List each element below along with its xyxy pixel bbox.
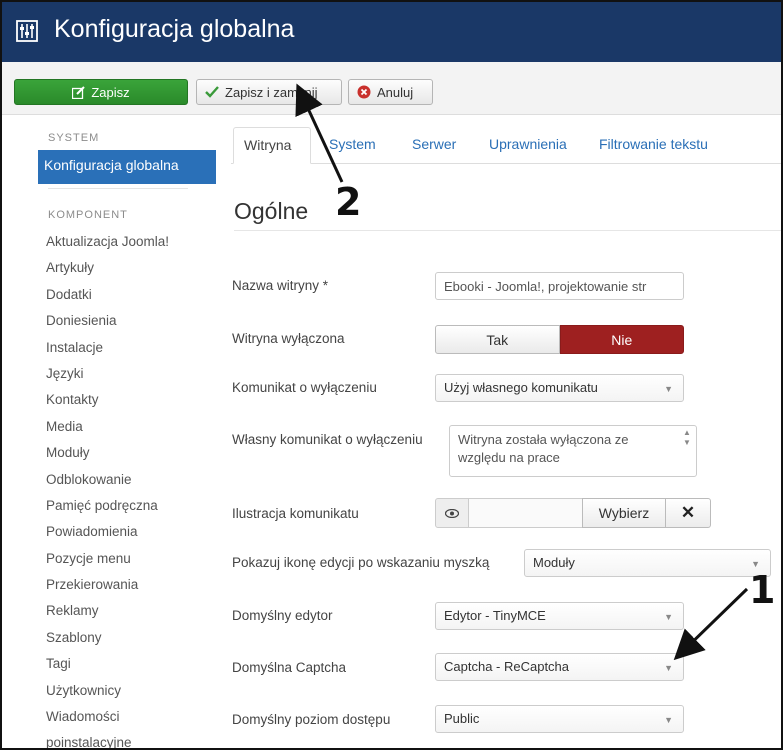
annotation-label-1: 1 (749, 568, 776, 612)
annotation-arrows (295, 83, 749, 661)
annotation-arrow-1 (673, 587, 749, 661)
annotation-label-2: 2 (335, 180, 362, 224)
annotation-arrow-2 (295, 83, 344, 183)
window: Konfiguracja globalna Zapisz Zapisz i za… (0, 0, 783, 750)
